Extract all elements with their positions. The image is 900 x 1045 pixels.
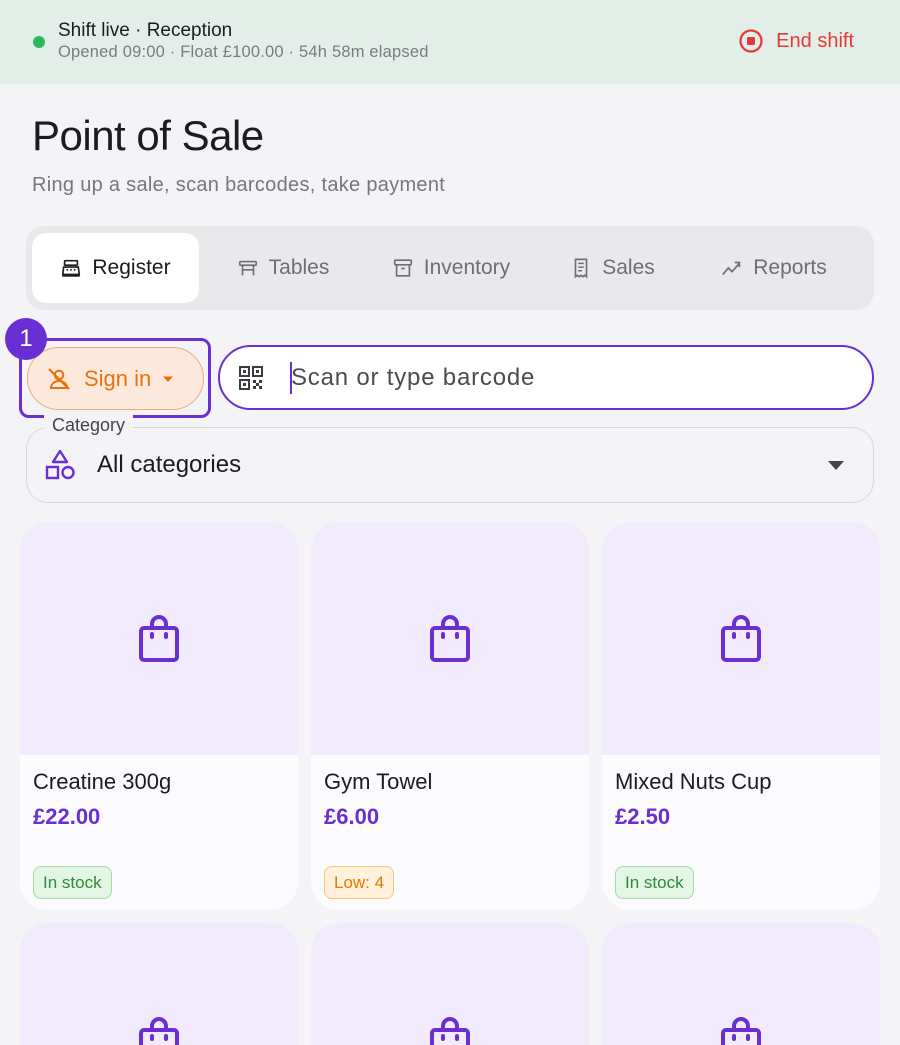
archive-box-icon bbox=[393, 259, 412, 277]
tab-sales-label: Sales bbox=[602, 256, 655, 279]
tab-tables-label: Tables bbox=[268, 256, 330, 279]
product-card[interactable]: Gym Towel £6.00 Low: 4 bbox=[311, 522, 589, 910]
receipt-icon bbox=[574, 258, 588, 279]
dropdown-arrow-icon bbox=[828, 461, 844, 470]
product-price: £22.00 bbox=[33, 804, 101, 829]
shift-title: Shift live · Reception bbox=[58, 20, 233, 41]
sign-in-button[interactable]: Sign in bbox=[27, 347, 204, 410]
product-card[interactable]: Creatine 300g £22.00 In stock bbox=[20, 522, 298, 910]
category-label: Category bbox=[44, 415, 134, 436]
barcode-input[interactable] bbox=[291, 363, 811, 392]
stock-badge: In stock bbox=[33, 866, 112, 899]
shift-status-bar: Shift live · Reception Opened 09:00 · Fl… bbox=[0, 0, 900, 84]
tab-reports[interactable]: Reports bbox=[690, 233, 858, 303]
product-image bbox=[311, 522, 589, 755]
page-title: Point of Sale bbox=[32, 112, 264, 159]
table-icon bbox=[238, 260, 257, 276]
tab-tables[interactable]: Tables bbox=[199, 233, 367, 303]
shopping-bag-icon bbox=[721, 1017, 761, 1045]
barcode-field[interactable] bbox=[218, 345, 874, 410]
product-price: £6.00 bbox=[324, 804, 380, 829]
page-subtitle: Ring up a sale, scan barcodes, take paym… bbox=[32, 174, 446, 196]
shift-live-indicator bbox=[33, 36, 45, 48]
pos-tabs: Register Tables Inventory Sales Reports bbox=[26, 226, 874, 310]
end-shift-button[interactable]: End shift bbox=[738, 28, 854, 54]
product-name: Gym Towel bbox=[324, 769, 433, 794]
product-image bbox=[602, 522, 880, 755]
product-card[interactable]: Mixed Nuts Cup £2.50 In stock bbox=[602, 522, 880, 910]
product-card[interactable] bbox=[20, 923, 298, 1045]
stop-circle-icon bbox=[739, 29, 763, 53]
caret-down-icon bbox=[163, 376, 174, 382]
product-card[interactable] bbox=[311, 923, 589, 1045]
tab-reports-label: Reports bbox=[753, 256, 827, 279]
step-badge: 1 bbox=[5, 318, 47, 360]
product-image bbox=[20, 522, 298, 755]
person-off-icon bbox=[48, 367, 70, 390]
tab-register-label: Register bbox=[92, 256, 171, 279]
shift-subtitle: Opened 09:00 · Float £100.00 · 54h 58m e… bbox=[58, 43, 429, 61]
tab-sales[interactable]: Sales bbox=[535, 233, 690, 303]
product-name: Mixed Nuts Cup bbox=[615, 769, 772, 794]
tab-inventory-label: Inventory bbox=[423, 256, 511, 279]
tab-inventory[interactable]: Inventory bbox=[367, 233, 535, 303]
cash-register-icon bbox=[62, 259, 81, 277]
stock-badge: Low: 4 bbox=[324, 866, 395, 899]
product-name: Creatine 300g bbox=[33, 769, 172, 794]
shapes-icon bbox=[45, 449, 75, 480]
trend-chart-icon bbox=[722, 261, 741, 275]
shopping-bag-icon bbox=[139, 614, 179, 662]
product-price: £2.50 bbox=[615, 804, 671, 829]
qr-code-icon bbox=[239, 365, 263, 390]
stock-badge: In stock bbox=[615, 866, 694, 899]
shopping-bag-icon bbox=[430, 1017, 470, 1045]
tab-register[interactable]: Register bbox=[32, 233, 199, 303]
category-select[interactable]: All categories bbox=[26, 427, 874, 503]
shopping-bag-icon bbox=[721, 614, 761, 662]
sign-in-label: Sign in bbox=[84, 365, 152, 391]
end-shift-label: End shift bbox=[776, 29, 854, 52]
product-card[interactable] bbox=[602, 923, 880, 1045]
shopping-bag-icon bbox=[139, 1017, 179, 1045]
shopping-bag-icon bbox=[430, 614, 470, 662]
category-value: All categories bbox=[97, 451, 242, 478]
